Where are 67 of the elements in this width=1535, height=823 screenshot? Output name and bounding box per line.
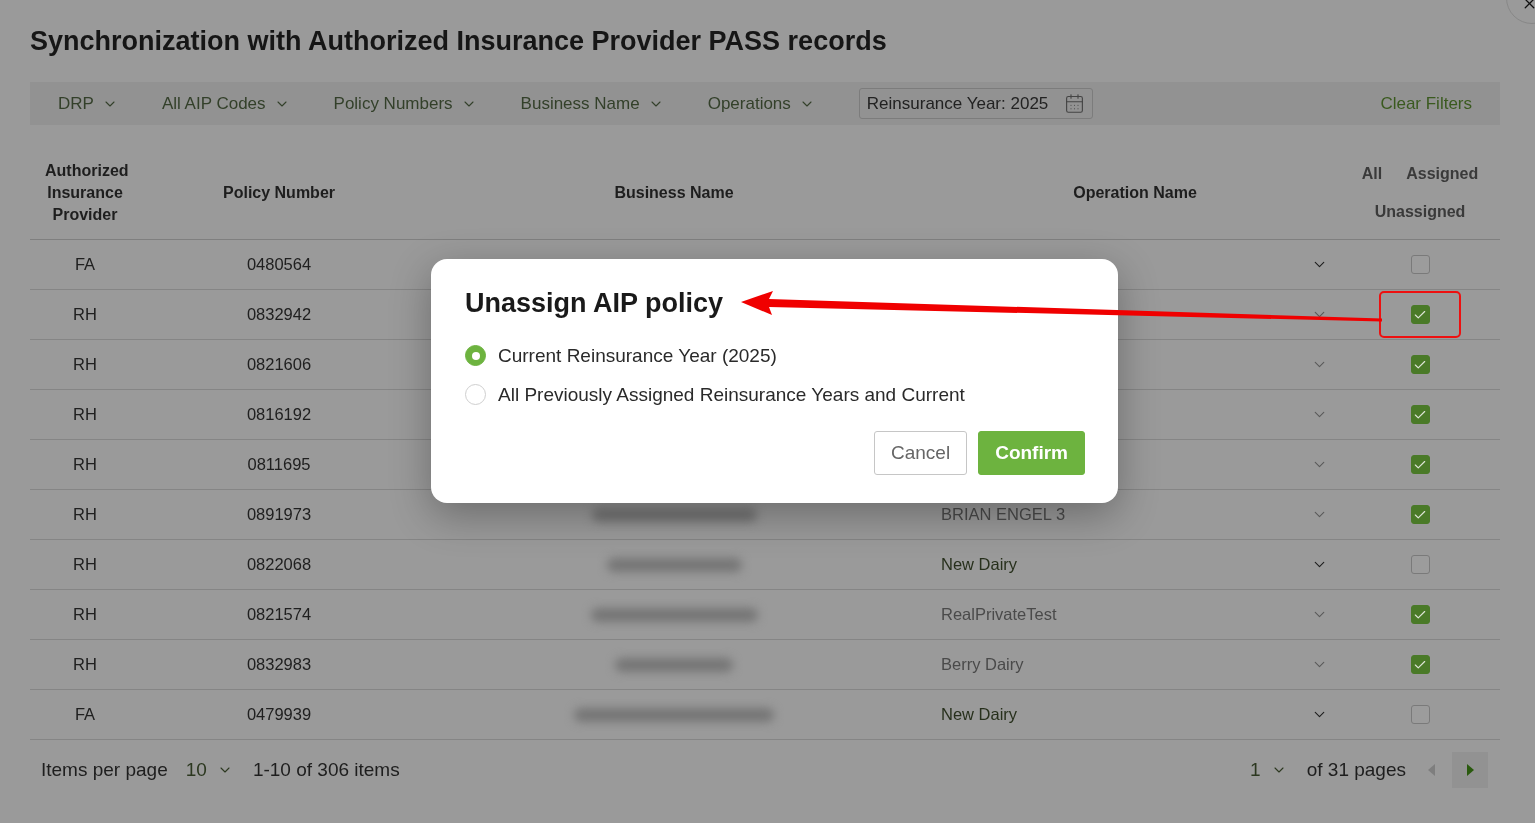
policy-number: 0832983	[246, 655, 312, 674]
assignment-filter-option[interactable]: Unassigned	[1374, 201, 1466, 223]
items-per-page-label: Items per page	[41, 759, 168, 781]
policy-number: 0821606	[246, 355, 312, 374]
page-size-select[interactable]: 10	[185, 759, 233, 781]
policy-number: 0832942	[246, 305, 312, 324]
operation-name: RealPrivateTest	[941, 605, 1057, 624]
option-label[interactable]: All Previously Assigned Reinsurance Years and Current	[498, 383, 965, 406]
provider-code: RH	[73, 455, 97, 474]
provider-code: RH	[73, 555, 97, 574]
item-range: 1-10 of 306 items	[252, 759, 400, 781]
policy-number: 0480564	[246, 255, 312, 274]
checkbox[interactable]	[1410, 405, 1430, 424]
checkbox[interactable]	[1410, 305, 1430, 324]
operation-name: Berry Dairy	[941, 655, 1024, 674]
confirm-button[interactable]: Confirm	[978, 431, 1085, 475]
provider-code: RH	[73, 505, 97, 524]
radio-button[interactable]	[465, 345, 486, 366]
next-page-button[interactable]	[1452, 752, 1488, 788]
operation-name: New Dairy	[941, 705, 1018, 724]
provider-code: RH	[73, 355, 97, 374]
filter-dropdown[interactable]: Business Name	[520, 93, 664, 114]
checkbox[interactable]	[1410, 455, 1430, 474]
calendar-icon[interactable]	[1064, 93, 1086, 114]
checkbox[interactable]	[1410, 355, 1430, 374]
assignment-filter-option[interactable]: Assigned	[1406, 163, 1479, 185]
column-header: Policy Number	[222, 183, 336, 203]
dialog-heading: Unassign AIP policy	[465, 287, 724, 320]
checkbox[interactable]	[1410, 505, 1430, 524]
page-count: of 31 pages	[1306, 759, 1406, 781]
policy-number: 0891973	[246, 505, 312, 524]
checkbox[interactable]	[1410, 705, 1430, 724]
triangle-right-icon	[1464, 763, 1476, 777]
provider-code: RH	[73, 655, 97, 674]
provider-code: RH	[73, 405, 97, 424]
option-label[interactable]: Current Reinsurance Year (2025)	[498, 344, 777, 367]
cancel-button[interactable]: Cancel	[874, 431, 968, 475]
provider-code: RH	[73, 305, 97, 324]
dialog-title: Synchronization with Authorized Insurance Provider PASS records	[30, 25, 887, 58]
date-field[interactable]: Reinsurance Year: 2025	[858, 88, 1094, 119]
date-value: Reinsurance Year: 2025	[866, 93, 1049, 114]
filter-dropdown[interactable]: Policy Numbers	[333, 93, 477, 114]
assignment-filter-option[interactable]: All	[1361, 163, 1383, 185]
operation-name: New Dairy	[941, 555, 1018, 574]
filter-dropdown[interactable]: DRP	[58, 93, 118, 114]
column-header: Business Name	[613, 183, 735, 203]
page-select[interactable]: 1	[1250, 759, 1287, 781]
filter-dropdown[interactable]: Operations	[707, 93, 815, 114]
column-header: Operation Name	[1072, 183, 1198, 203]
provider-code: FA	[74, 705, 96, 724]
policy-number: 0821574	[246, 605, 312, 624]
checkbox[interactable]	[1410, 655, 1430, 674]
radio-button[interactable]	[465, 384, 486, 405]
checkbox[interactable]	[1410, 605, 1430, 624]
provider-code: RH	[73, 605, 97, 624]
checkbox[interactable]	[1410, 555, 1430, 574]
provider-code: FA	[74, 255, 96, 274]
filter-dropdown[interactable]: All AIP Codes	[161, 93, 290, 114]
policy-number: 0822068	[246, 555, 312, 574]
column-header: Authorized Insurance Provider	[44, 161, 130, 225]
triangle-left-icon	[1426, 763, 1438, 777]
policy-number: 0479939	[246, 705, 312, 724]
operation-name: BRIAN ENGEL 3	[941, 505, 1066, 524]
clear-filters-link[interactable]: Clear Filters	[1380, 93, 1472, 114]
policy-number: 0816192	[246, 405, 312, 424]
policy-number: 0811695	[247, 455, 311, 474]
checkbox[interactable]	[1410, 255, 1430, 274]
